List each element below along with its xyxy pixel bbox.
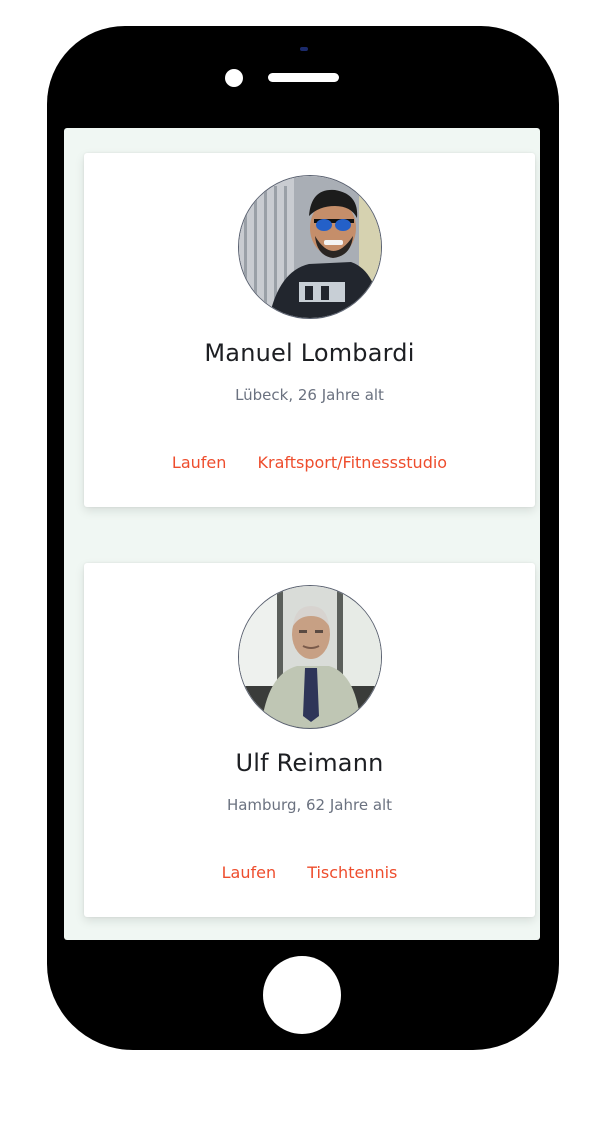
sensor (300, 47, 308, 51)
home-button[interactable] (263, 956, 341, 1034)
app-screen[interactable]: Manuel Lombardi Lübeck, 26 Jahre alt Lau… (64, 128, 540, 940)
tag-laufen[interactable]: Laufen (222, 863, 276, 882)
earpiece-speaker (268, 73, 339, 82)
tag-kraftsport[interactable]: Kraftsport/Fitnessstudio (258, 453, 448, 472)
front-camera (225, 69, 243, 87)
profile-card[interactable]: Manuel Lombardi Lübeck, 26 Jahre alt Lau… (84, 153, 535, 507)
profile-location-age: Lübeck, 26 Jahre alt (235, 386, 384, 404)
tag-laufen[interactable]: Laufen (172, 453, 226, 472)
profile-name[interactable]: Manuel Lombardi (84, 339, 535, 367)
profile-location-age: Hamburg, 62 Jahre alt (226, 796, 393, 814)
profile-card[interactable]: Ulf Reimann Hamburg, 62 Jahre alt Laufen… (84, 563, 535, 917)
profile-name[interactable]: Ulf Reimann (84, 749, 535, 777)
profile-tags: Laufen Tischtennis (84, 863, 535, 882)
profile-tags: Laufen Kraftsport/Fitnessstudio (84, 453, 535, 472)
profile-avatar[interactable] (238, 585, 382, 729)
profile-avatar[interactable] (238, 175, 382, 319)
tag-tischtennis[interactable]: Tischtennis (307, 863, 397, 882)
